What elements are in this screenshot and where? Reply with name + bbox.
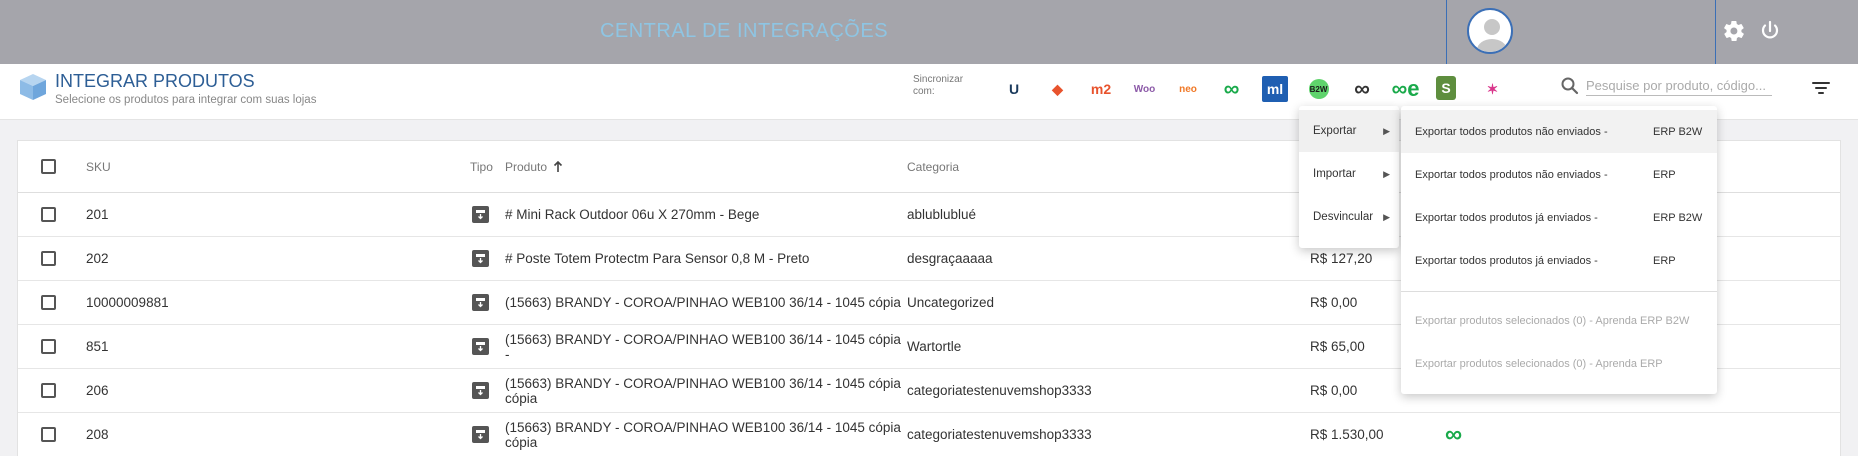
gear-icon[interactable] bbox=[1722, 19, 1746, 43]
woocommerce-icon[interactable]: Woo bbox=[1132, 76, 1158, 102]
product-type-icon bbox=[472, 206, 489, 223]
row-sku: 208 bbox=[86, 427, 109, 442]
magento-icon[interactable]: ◆ bbox=[1045, 76, 1071, 102]
column-sku[interactable]: SKU bbox=[86, 141, 111, 192]
product-type-icon bbox=[472, 338, 489, 355]
user-avatar-icon[interactable] bbox=[1467, 8, 1513, 54]
column-tipo[interactable]: Tipo bbox=[470, 141, 493, 192]
link-icon[interactable]: ∞ bbox=[1349, 76, 1375, 102]
product-type-icon bbox=[472, 294, 489, 311]
menu-item-label: Exportar bbox=[1313, 125, 1357, 137]
submenu-item-label: Exportar produtos selecionados (0) - Apr… bbox=[1415, 314, 1690, 327]
menu-item-label: Importar bbox=[1313, 168, 1356, 180]
row-preco: R$ 65,00 bbox=[1310, 339, 1365, 354]
u-icon[interactable]: U bbox=[1001, 76, 1027, 102]
b2w-icon[interactable]: B2W bbox=[1308, 79, 1329, 99]
submenu-item-label: Exportar todos produtos já enviados - bbox=[1415, 211, 1598, 224]
row-checkbox[interactable] bbox=[41, 339, 56, 354]
search-input[interactable] bbox=[1586, 76, 1772, 96]
box-icon bbox=[18, 72, 48, 102]
power-icon[interactable] bbox=[1758, 19, 1782, 43]
row-checkbox[interactable] bbox=[41, 383, 56, 398]
submenu-item: Exportar produtos selecionados (0) - Apr… bbox=[1401, 299, 1717, 342]
row-produto: # Poste Totem Protectm Para Sensor 0,8 M… bbox=[505, 251, 810, 266]
column-categoria[interactable]: Categoria bbox=[907, 141, 959, 192]
menu-item-importar[interactable]: Importar ▶ bbox=[1299, 153, 1399, 195]
row-categoria: desgraçaaaaa bbox=[907, 251, 993, 266]
submenu-item[interactable]: Exportar todos produtos já enviados - ERP… bbox=[1401, 196, 1717, 239]
user-panel[interactable] bbox=[1446, 0, 1716, 64]
submenu-item-erp: ERP bbox=[1653, 254, 1676, 267]
arrow-up-icon bbox=[553, 160, 563, 172]
submenu-item[interactable]: Exportar todos produtos já enviados - ERP bbox=[1401, 239, 1717, 282]
search-icon bbox=[1561, 77, 1579, 95]
row-checkbox[interactable] bbox=[41, 251, 56, 266]
row-checkbox[interactable] bbox=[41, 295, 56, 310]
row-categoria: categoriatestenuvemshop3333 bbox=[907, 383, 1092, 398]
row-produto: (15663) BRANDY - COROA/PINHAO WEB100 36/… bbox=[505, 419, 901, 450]
submenu-item-erp: ERP B2W bbox=[1653, 125, 1703, 138]
row-categoria: Uncategorized bbox=[907, 295, 995, 310]
neo-icon[interactable]: neo bbox=[1175, 76, 1201, 102]
submenu-item-erp: ERP bbox=[1653, 168, 1676, 181]
magento2-icon[interactable]: m2 bbox=[1088, 76, 1114, 102]
mercadolivre-icon[interactable]: ml bbox=[1262, 76, 1288, 102]
page-subtitle: Selecione os produtos para integrar com … bbox=[55, 94, 317, 106]
submenu-item[interactable]: Exportar todos produtos não enviados - ER… bbox=[1401, 110, 1717, 153]
search-bar bbox=[1558, 74, 1772, 98]
export-submenu: Exportar todos produtos não enviados - ER… bbox=[1401, 106, 1717, 394]
menu-item-desvincular[interactable]: Desvincular ▶ bbox=[1299, 196, 1399, 238]
submenu-item: Exportar produtos selecionados (0) - Apr… bbox=[1401, 342, 1717, 385]
row-categoria: categoriatestenuvemshop3333 bbox=[907, 427, 1092, 442]
row-preco: R$ 0,00 bbox=[1310, 295, 1358, 310]
top-header: CENTRAL DE INTEGRAÇÕES bbox=[0, 0, 1858, 64]
table-row[interactable]: 208 (15663) BRANDY - COROA/PINHAO WEB100 … bbox=[18, 413, 1840, 456]
row-preco: R$ 0,00 bbox=[1310, 383, 1358, 398]
integrated-icon: ∞ bbox=[1445, 420, 1463, 448]
submenu-item-label: Exportar produtos selecionados (0) - Apr… bbox=[1415, 357, 1663, 370]
sync-label: Sincronizar com: bbox=[913, 74, 964, 97]
row-checkbox[interactable] bbox=[41, 207, 56, 222]
product-type-icon bbox=[472, 250, 489, 267]
row-preco: R$ 1.530,00 bbox=[1310, 427, 1384, 442]
column-produto-label: Produto bbox=[505, 159, 548, 174]
row-sku: 10000009881 bbox=[86, 295, 169, 310]
row-categoria: ablublublué bbox=[907, 207, 977, 222]
column-produto[interactable]: Produto bbox=[505, 141, 563, 192]
row-produto: (15663) BRANDY - COROA/PINHAO WEB100 36/… bbox=[505, 295, 901, 310]
page-title: INTEGRAR PRODUTOS bbox=[55, 71, 255, 91]
select-all-checkbox[interactable] bbox=[41, 159, 56, 174]
actions-menu: Exportar ▶ Importar ▶ Desvincular ▶ bbox=[1299, 106, 1399, 248]
product-type-icon bbox=[472, 426, 489, 443]
infinity-icon[interactable]: ∞ bbox=[1219, 76, 1245, 102]
caret-right-icon: ▶ bbox=[1383, 125, 1390, 136]
product-type-icon bbox=[472, 382, 489, 399]
row-categoria: Wartortle bbox=[907, 339, 962, 354]
filter-icon[interactable] bbox=[1811, 78, 1831, 98]
submenu-item-erp: ERP B2W bbox=[1653, 211, 1703, 224]
submenu-item[interactable]: Exportar todos produtos não enviados - ER… bbox=[1401, 153, 1717, 196]
submenu-item-label: Exportar todos produtos não enviados - bbox=[1415, 168, 1608, 181]
menu-divider bbox=[1401, 291, 1717, 292]
menu-item-exportar[interactable]: Exportar ▶ bbox=[1299, 110, 1399, 152]
caret-right-icon: ▶ bbox=[1383, 168, 1390, 179]
caret-right-icon: ▶ bbox=[1383, 211, 1390, 222]
row-sku: 851 bbox=[86, 339, 109, 354]
submenu-item-label: Exportar todos produtos já enviados - bbox=[1415, 254, 1598, 267]
row-produto: (15663) BRANDY - COROA/PINHAO WEB100 36/… bbox=[505, 331, 901, 362]
row-sku: 202 bbox=[86, 251, 109, 266]
shopify-icon[interactable]: S bbox=[1436, 76, 1456, 100]
row-produto: (15663) BRANDY - COROA/PINHAO WEB100 36/… bbox=[505, 375, 901, 406]
row-checkbox[interactable] bbox=[41, 427, 56, 442]
row-produto: # Mini Rack Outdoor 06u X 270mm - Bege bbox=[505, 207, 760, 222]
infinity-e-icon[interactable]: ∞e bbox=[1392, 76, 1420, 102]
row-sku: 201 bbox=[86, 207, 109, 222]
menu-item-label: Desvincular bbox=[1313, 211, 1374, 223]
submenu-item-label: Exportar todos produtos não enviados - bbox=[1415, 125, 1608, 138]
row-sku: 206 bbox=[86, 383, 109, 398]
star-icon[interactable]: ✶ bbox=[1480, 76, 1506, 102]
